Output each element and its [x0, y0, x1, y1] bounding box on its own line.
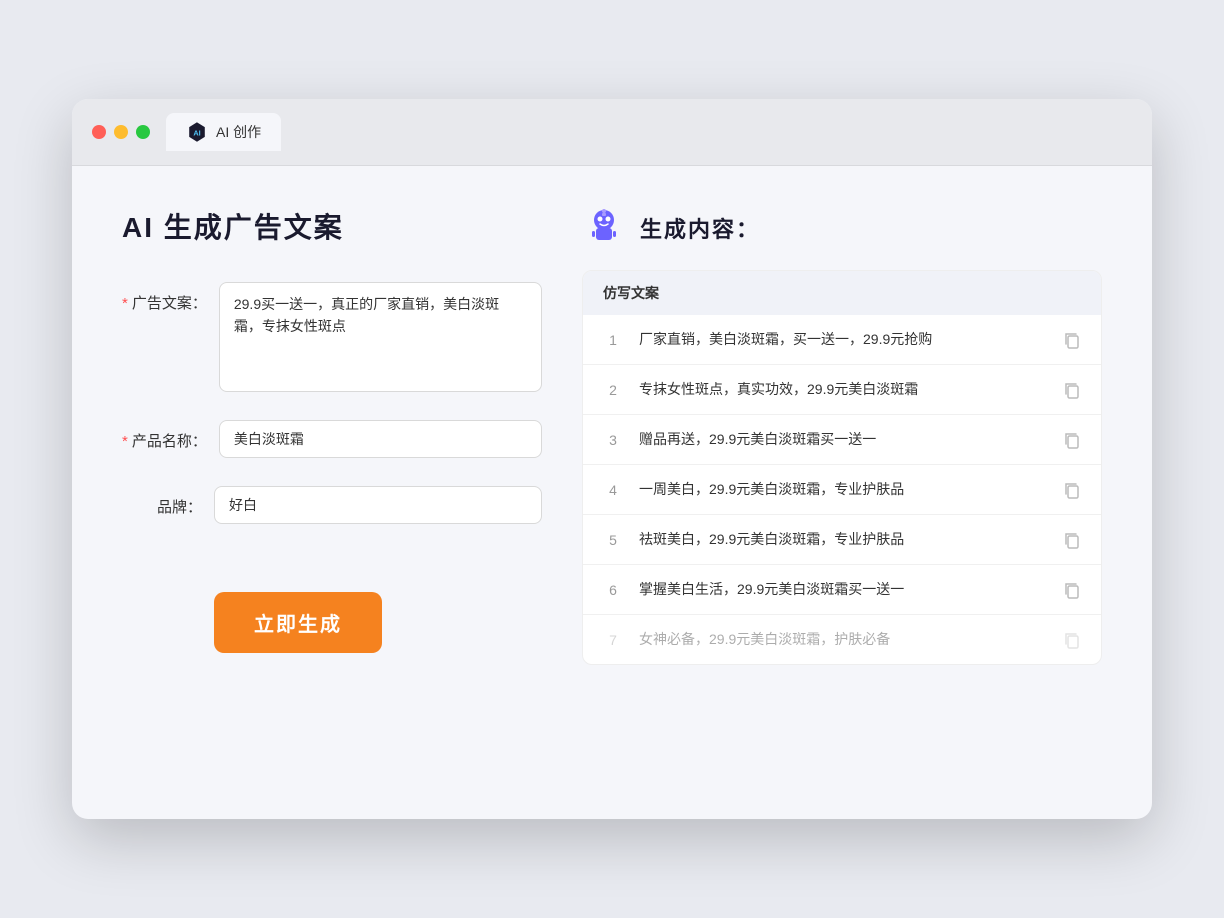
copy-icon-2[interactable]: [1063, 381, 1081, 399]
page-title: AI 生成广告文案: [122, 206, 542, 246]
copy-icon-4[interactable]: [1063, 481, 1081, 499]
browser-content: AI 生成广告文案 *广告文案： 29.9买一送一，真正的厂家直销，美白淡斑霜，…: [72, 166, 1152, 705]
left-panel: AI 生成广告文案 *广告文案： 29.9买一送一，真正的厂家直销，美白淡斑霜，…: [122, 206, 542, 653]
results-table: 仿写文案 1 厂家直销，美白淡斑霜，买一送一，29.9元抢购 2 专抹女性斑点，…: [582, 270, 1102, 665]
row-num-4: 4: [603, 482, 623, 498]
copy-icon-3[interactable]: [1063, 431, 1081, 449]
browser-titlebar: AI AI 创作: [72, 99, 1152, 166]
robot-icon: [582, 206, 626, 250]
right-panel: 生成内容： 仿写文案 1 厂家直销，美白淡斑霜，买一送一，29.9元抢购 2 专…: [582, 206, 1102, 665]
required-star-1: *: [122, 295, 128, 312]
maximize-button[interactable]: [136, 125, 150, 139]
row-text-4: 一周美白，29.9元美白淡斑霜，专业护肤品: [639, 479, 1047, 500]
copy-icon-6[interactable]: [1063, 581, 1081, 599]
required-star-2: *: [122, 433, 128, 450]
brand-group: 品牌：: [122, 486, 542, 524]
row-num-5: 5: [603, 532, 623, 548]
product-name-input[interactable]: [219, 420, 542, 458]
row-num-6: 6: [603, 582, 623, 598]
row-text-5: 祛斑美白，29.9元美白淡斑霜，专业护肤品: [639, 529, 1047, 550]
row-num-2: 2: [603, 382, 623, 398]
copy-icon-1[interactable]: [1063, 331, 1081, 349]
row-text-2: 专抹女性斑点，真实功效，29.9元美白淡斑霜: [639, 379, 1047, 400]
results-header: 生成内容：: [582, 206, 1102, 250]
row-text-1: 厂家直销，美白淡斑霜，买一送一，29.9元抢购: [639, 329, 1047, 350]
minimize-button[interactable]: [114, 125, 128, 139]
row-text-7: 女神必备，29.9元美白淡斑霜，护肤必备: [639, 629, 1047, 650]
copy-icon-5[interactable]: [1063, 531, 1081, 549]
brand-input[interactable]: [214, 486, 542, 524]
table-row: 5 祛斑美白，29.9元美白淡斑霜，专业护肤品: [583, 515, 1101, 565]
row-text-6: 掌握美白生活，29.9元美白淡斑霜买一送一: [639, 579, 1047, 600]
generate-button[interactable]: 立即生成: [214, 592, 382, 653]
browser-window: AI AI 创作 AI 生成广告文案 *广告文案： 29.9买一送一，真正的厂家…: [72, 99, 1152, 819]
row-num-3: 3: [603, 432, 623, 448]
table-row: 3 赠品再送，29.9元美白淡斑霜买一送一: [583, 415, 1101, 465]
table-row: 7 女神必备，29.9元美白淡斑霜，护肤必备: [583, 615, 1101, 664]
table-row: 1 厂家直销，美白淡斑霜，买一送一，29.9元抢购: [583, 315, 1101, 365]
copy-icon-7[interactable]: [1063, 631, 1081, 649]
row-num-7: 7: [603, 632, 623, 648]
row-num-1: 1: [603, 332, 623, 348]
product-name-group: *产品名称：: [122, 420, 542, 458]
table-row: 4 一周美白，29.9元美白淡斑霜，专业护肤品: [583, 465, 1101, 515]
ai-tab[interactable]: AI AI 创作: [166, 113, 281, 151]
ad-copy-group: *广告文案： 29.9买一送一，真正的厂家直销，美白淡斑霜，专抹女性斑点: [122, 282, 542, 392]
table-row: 2 专抹女性斑点，真实功效，29.9元美白淡斑霜: [583, 365, 1101, 415]
tab-label: AI 创作: [216, 122, 261, 142]
close-button[interactable]: [92, 125, 106, 139]
table-row: 6 掌握美白生活，29.9元美白淡斑霜买一送一: [583, 565, 1101, 615]
row-text-3: 赠品再送，29.9元美白淡斑霜买一送一: [639, 429, 1047, 450]
ad-copy-input[interactable]: 29.9买一送一，真正的厂家直销，美白淡斑霜，专抹女性斑点: [219, 282, 542, 392]
ad-copy-label: *广告文案：: [122, 282, 207, 313]
ai-tab-icon: AI: [186, 121, 208, 143]
product-name-label: *产品名称：: [122, 420, 207, 451]
brand-label: 品牌：: [122, 486, 202, 517]
results-title: 生成内容：: [640, 212, 760, 244]
table-header: 仿写文案: [583, 271, 1101, 315]
svg-text:AI: AI: [193, 129, 200, 138]
traffic-lights: [92, 125, 150, 139]
